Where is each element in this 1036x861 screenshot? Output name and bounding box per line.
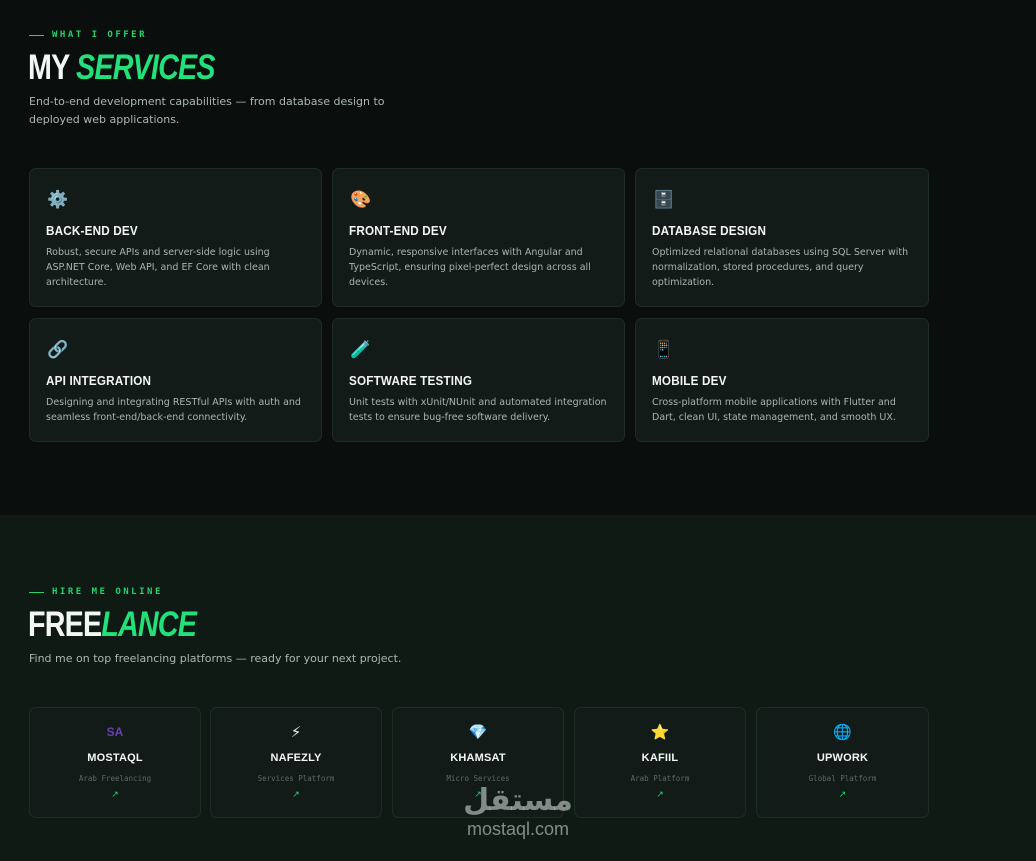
mobile-phone-icon: 📱 bbox=[653, 340, 675, 360]
platform-subtitle: Micro Services bbox=[446, 774, 510, 783]
service-description: Unit tests with xUnit/NUnit and automate… bbox=[349, 397, 607, 423]
service-card-mobile[interactable]: 📱 MOBILE DEV Cross-platform mobile appli… bbox=[635, 318, 929, 442]
freelance-eyebrow-text: HIRE ME ONLINE bbox=[52, 587, 163, 597]
freelance-title-white: FREE bbox=[28, 605, 102, 644]
platform-name: KHAMSAT bbox=[450, 752, 506, 764]
services-lead: End-to-end development capabilities — fr… bbox=[29, 93, 385, 129]
services-eyebrow: WHAT I OFFER bbox=[29, 30, 147, 40]
platform-name: MOSTAQL bbox=[87, 752, 143, 764]
service-card-database[interactable]: 🗄️ DATABASE DESIGN Optimized relational … bbox=[635, 168, 929, 307]
freelance-title: FREELANCE bbox=[28, 605, 197, 644]
sa-logo-icon: SA bbox=[106, 725, 124, 739]
service-title: SOFTWARE TESTING bbox=[349, 373, 473, 388]
platform-name: KAFIIL bbox=[641, 752, 679, 764]
services-lead-line2: deployed web applications. bbox=[29, 113, 180, 126]
service-description: Robust, secure APIs and server-side logi… bbox=[46, 247, 270, 288]
services-title: MY SERVICES bbox=[28, 50, 215, 85]
platform-card-upwork[interactable]: 🌐 UPWORK Global Platform ↗ bbox=[756, 707, 929, 818]
database-icon: 🗄️ bbox=[653, 190, 675, 210]
link-icon: 🔗 bbox=[47, 340, 69, 360]
star-icon: ⭐ bbox=[650, 723, 670, 741]
services-title-white: MY bbox=[28, 48, 70, 87]
external-link-arrow-icon[interactable]: ↗ bbox=[757, 790, 928, 800]
services-eyebrow-text: WHAT I OFFER bbox=[52, 30, 148, 40]
platform-subtitle: Services Platform bbox=[257, 774, 335, 783]
service-card-testing[interactable]: 🧪 SOFTWARE TESTING Unit tests with xUnit… bbox=[332, 318, 625, 442]
service-title: DATABASE DESIGN bbox=[652, 223, 767, 238]
diamond-icon: 💎 bbox=[468, 723, 488, 741]
platform-card-mostaql[interactable]: SA MOSTAQL Arab Freelancing ↗ bbox=[29, 707, 201, 818]
service-title: FRONT-END DEV bbox=[349, 223, 447, 238]
service-title: BACK-END DEV bbox=[46, 223, 138, 238]
palette-icon: 🎨 bbox=[350, 190, 372, 210]
service-card-frontend[interactable]: 🎨 FRONT-END DEV Dynamic, responsive inte… bbox=[332, 168, 625, 307]
platform-name: NAFEZLY bbox=[270, 752, 322, 764]
external-link-arrow-icon[interactable]: ↗ bbox=[211, 790, 381, 800]
service-description: Dynamic, responsive interfaces with Angu… bbox=[349, 247, 591, 288]
gear-icon: ⚙️ bbox=[47, 190, 69, 210]
platform-name: UPWORK bbox=[816, 752, 869, 764]
freelance-title-green: LANCE bbox=[101, 605, 197, 644]
platform-card-nafezly[interactable]: ⚡ NAFEZLY Services Platform ↗ bbox=[210, 707, 382, 818]
service-description: Cross-platform mobile applications with … bbox=[652, 397, 896, 423]
service-description: Optimized relational databases using SQL… bbox=[652, 247, 909, 288]
watermark-arabic: مستقل bbox=[463, 783, 573, 818]
services-lead-line1: End-to-end development capabilities — fr… bbox=[29, 95, 385, 108]
globe-icon: 🌐 bbox=[833, 723, 852, 741]
services-section: WHAT I OFFER MY SERVICES End-to-end deve… bbox=[0, 0, 1036, 515]
service-description: Designing and integrating RESTful APIs w… bbox=[46, 397, 301, 423]
platform-subtitle: Arab Freelancing bbox=[78, 774, 152, 783]
service-card-api[interactable]: 🔗 API INTEGRATION Designing and integrat… bbox=[29, 318, 322, 442]
eyebrow-line bbox=[29, 591, 44, 593]
external-link-arrow-icon[interactable]: ↗ bbox=[575, 790, 745, 800]
platform-subtitle: Arab Platform bbox=[630, 774, 690, 783]
service-title: MOBILE DEV bbox=[652, 373, 727, 388]
freelance-eyebrow: HIRE ME ONLINE bbox=[29, 587, 163, 597]
test-tube-icon: 🧪 bbox=[350, 340, 372, 360]
mostaql-watermark: مستقل mostaql.com bbox=[455, 783, 581, 845]
lightning-icon: ⚡ bbox=[290, 723, 302, 741]
service-title: API INTEGRATION bbox=[46, 373, 152, 388]
service-card-backend[interactable]: ⚙️ BACK-END DEV Robust, secure APIs and … bbox=[29, 168, 322, 307]
eyebrow-line bbox=[29, 34, 44, 36]
services-title-green: SERVICES bbox=[76, 48, 215, 87]
external-link-arrow-icon[interactable]: ↗ bbox=[30, 790, 200, 800]
platform-subtitle: Global Platform bbox=[808, 774, 877, 783]
freelance-lead: Find me on top freelancing platforms — r… bbox=[29, 652, 402, 665]
platform-card-kafiil[interactable]: ⭐ KAFIIL Arab Platform ↗ bbox=[574, 707, 746, 818]
watermark-latin: mostaql.com bbox=[466, 819, 570, 839]
